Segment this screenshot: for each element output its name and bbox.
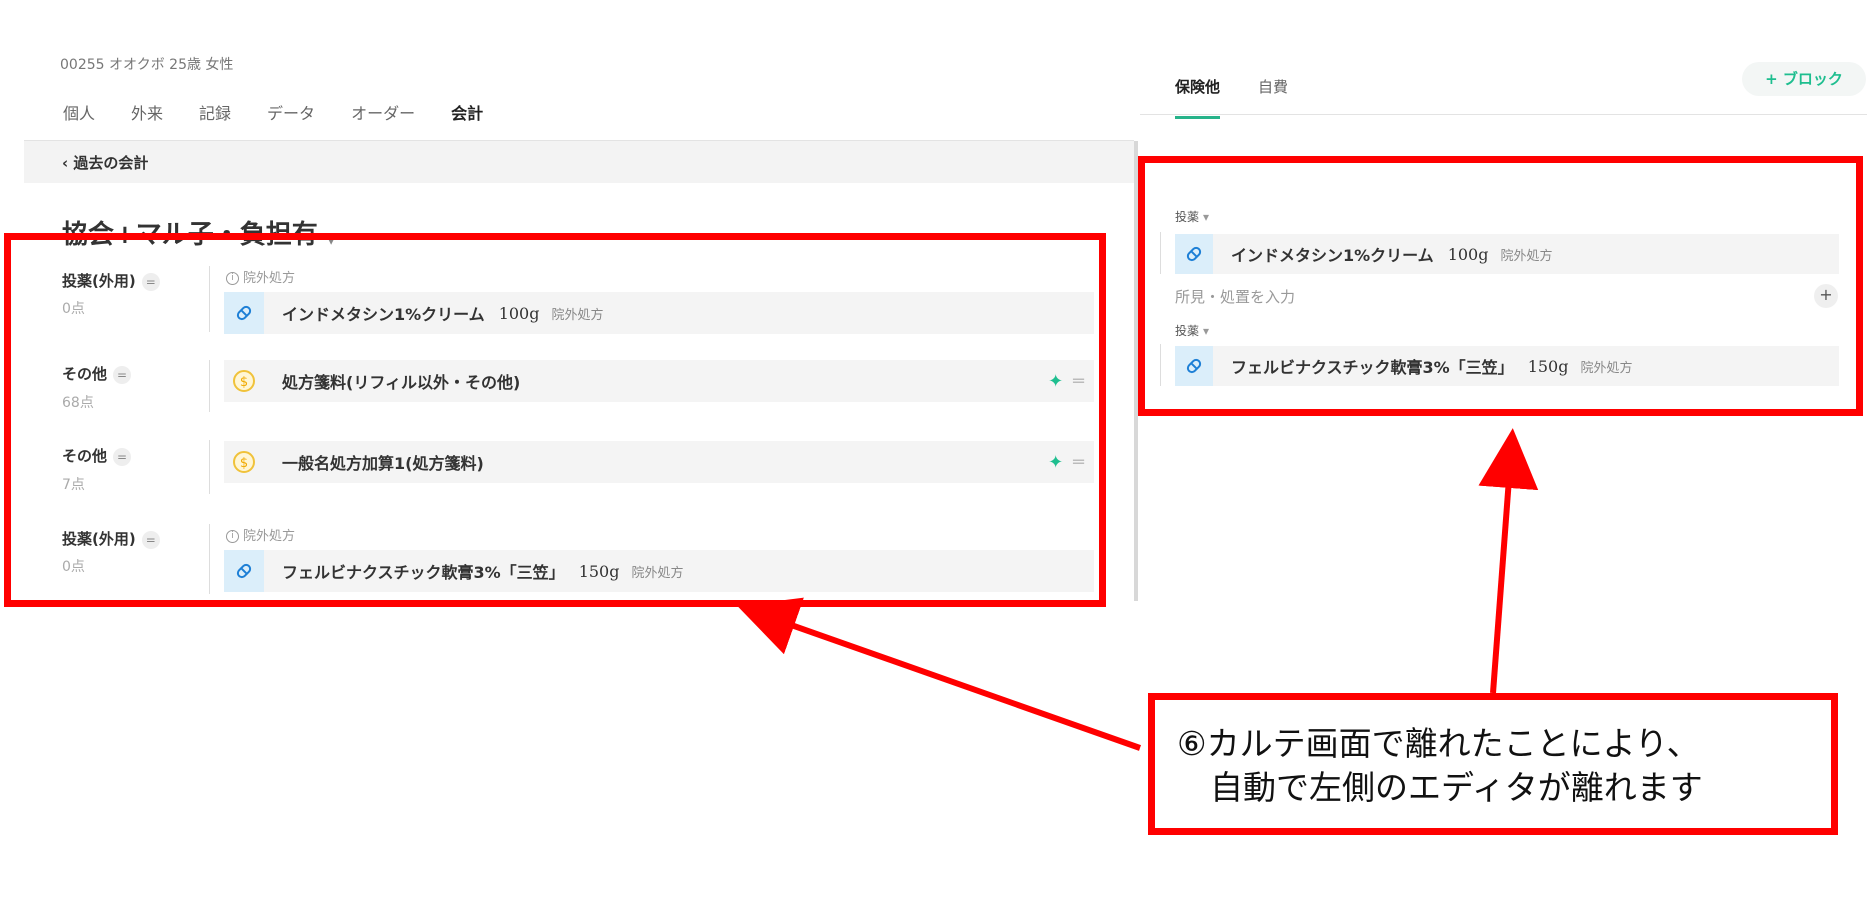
callout-line-2: 自動で左側のエディタが離れます	[1177, 768, 1703, 807]
arrow-to-right-editor	[1478, 428, 1539, 694]
callout-line-1: ⑥カルテ画面で離れたことにより、	[1177, 724, 1700, 763]
annotation-callout: ⑥カルテ画面で離れたことにより、 自動で左側のエディタが離れます	[1148, 693, 1838, 835]
arrow-to-left-editor	[737, 597, 1141, 751]
callout-text: ⑥カルテ画面で離れたことにより、 自動で左側のエディタが離れます	[1177, 722, 1703, 810]
